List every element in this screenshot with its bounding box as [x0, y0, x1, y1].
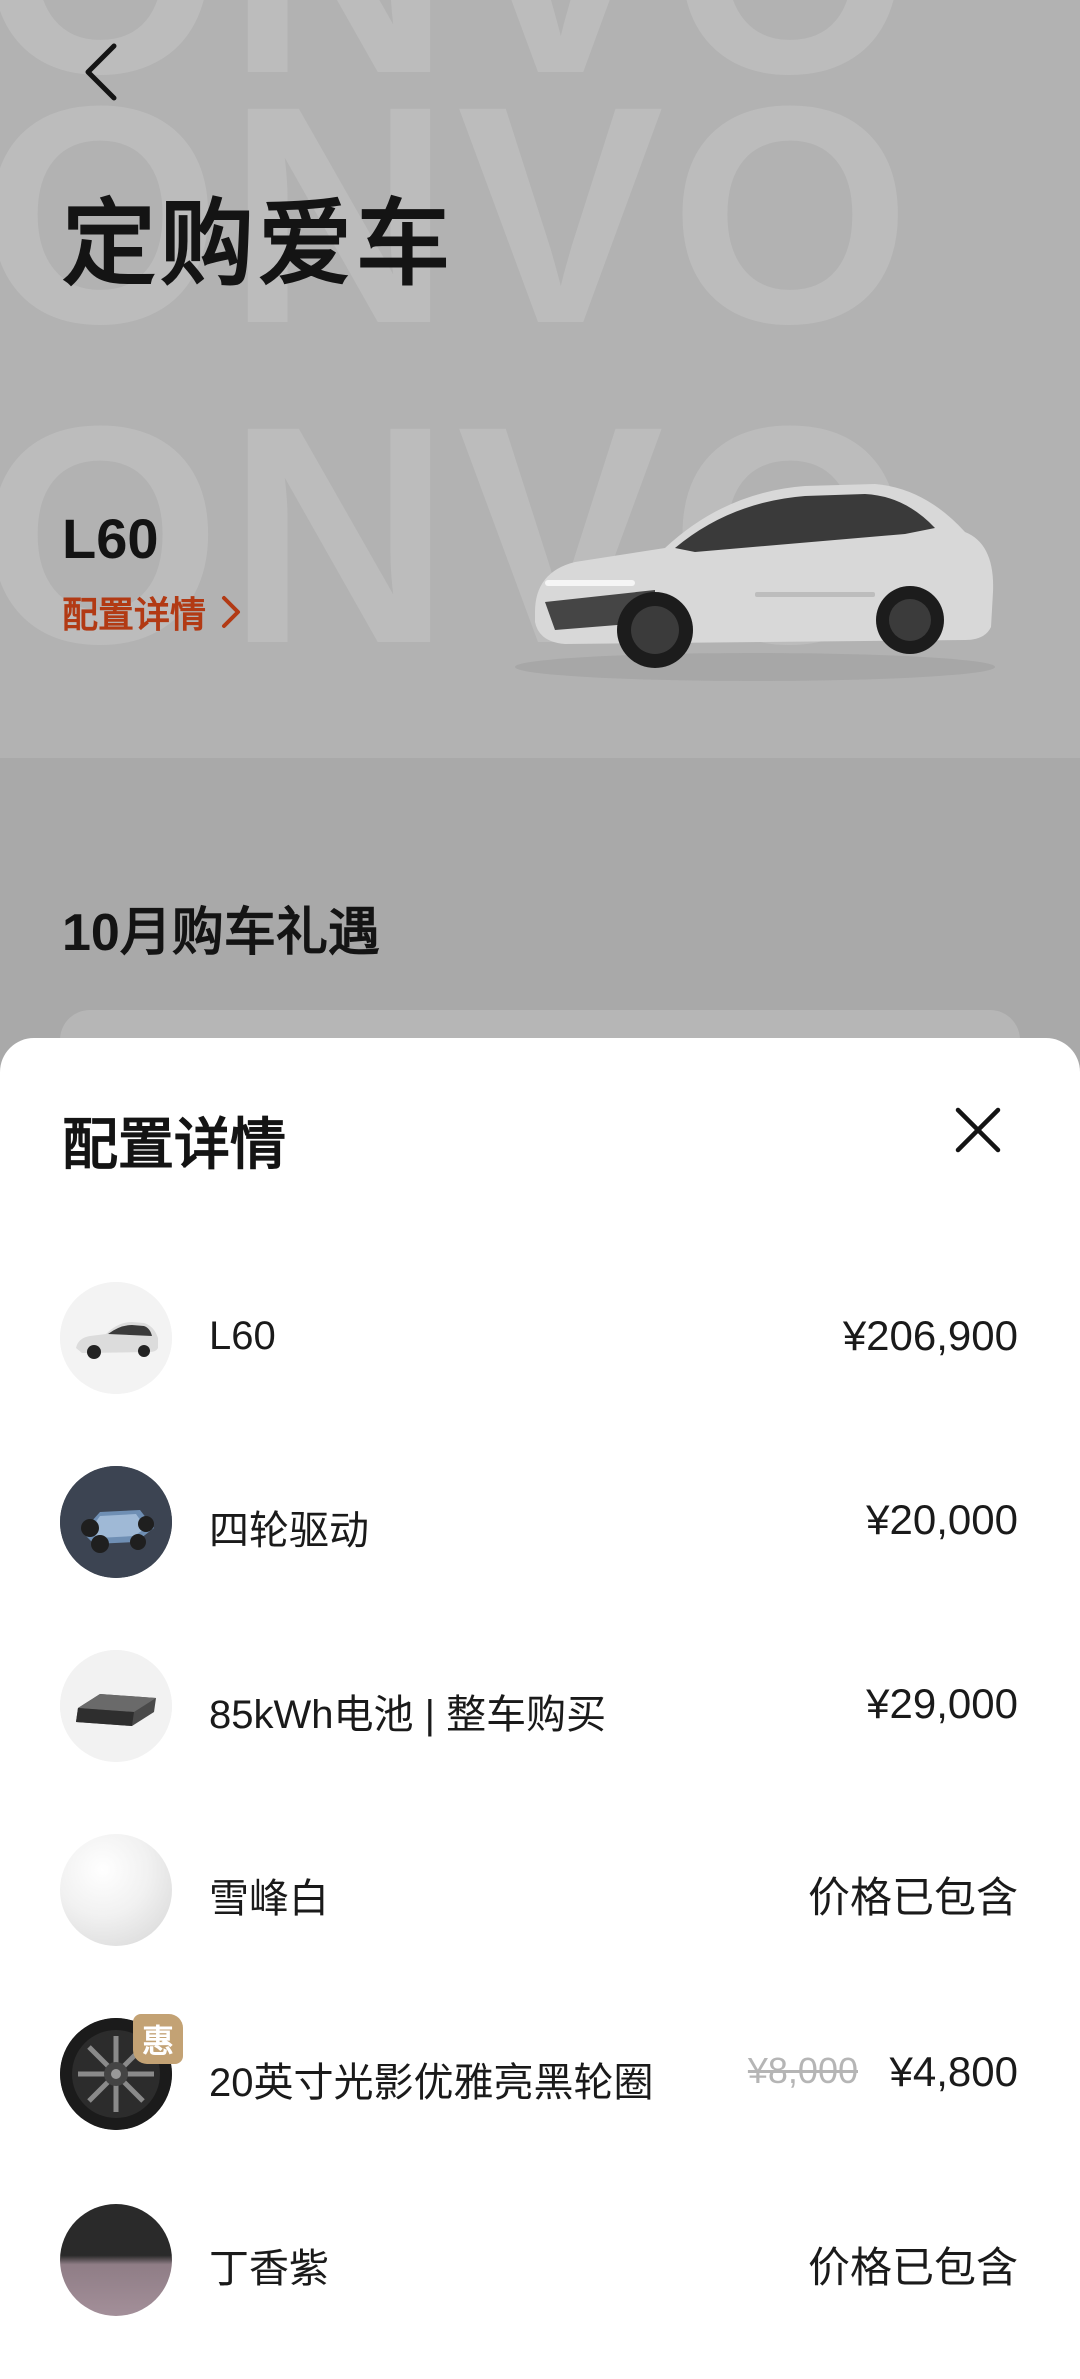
item-name: 丁香紫 — [209, 2247, 329, 2291]
discount-badge: 惠 — [133, 2014, 183, 2064]
config-item-model: L60 ¥206,900 — [0, 1282, 1080, 1398]
config-details-label: 配置详情 — [62, 594, 207, 635]
chevron-right-icon — [222, 596, 241, 628]
item-name: 四轮驱动 — [209, 1509, 369, 1553]
model-name: L60 — [62, 507, 159, 570]
item-price: ¥206,900 — [842, 1312, 1018, 1359]
item-name: L60 — [209, 1314, 276, 1358]
back-button[interactable] — [78, 40, 126, 104]
original-price: ¥8,000 — [747, 2050, 858, 2091]
config-item-drive: 四轮驱动 ¥20,000 — [0, 1466, 1080, 1582]
chassis-thumbnail — [60, 1466, 172, 1578]
chevron-left-icon — [85, 43, 117, 101]
config-item-interior-color: 丁香紫 价格已包含 — [0, 2204, 1080, 2320]
item-price: 价格已包含 — [807, 2244, 1018, 2291]
config-details-link[interactable]: 配置详情 — [62, 586, 242, 638]
page-title: 定购爱车 — [62, 191, 455, 296]
item-price: ¥4,800 — [889, 2048, 1018, 2095]
item-price: 价格已包含 — [807, 1874, 1018, 1921]
car-image — [515, 484, 995, 681]
white-swatch — [60, 1834, 172, 1946]
car-thumbnail — [60, 1282, 172, 1394]
sheet-title: 配置详情 — [62, 1113, 286, 1176]
item-name: 20英寸光影优雅亮黑轮圈 — [209, 2061, 654, 2105]
battery-thumbnail — [60, 1650, 172, 1762]
config-item-wheels: 惠 20英寸光影优雅亮黑轮圈 ¥8,000 ¥4,800 — [0, 2014, 1080, 2134]
hero-section: ONVO ONVO ONVO 定购爱车 L60 配置详情 — [0, 0, 1080, 758]
promo-title: 10月购车礼遇 — [62, 904, 380, 962]
config-item-battery: 85kWh电池 | 整车购买 ¥29,000 — [0, 1650, 1080, 1766]
item-price: ¥29,000 — [866, 1680, 1018, 1727]
config-item-exterior-color: 雪峰白 价格已包含 — [0, 1834, 1080, 1950]
item-name: 雪峰白 — [209, 1877, 329, 1921]
item-name: 85kWh电池 | 整车购买 — [209, 1693, 607, 1737]
close-button[interactable] — [952, 1104, 1004, 1156]
config-details-sheet: 配置详情 L60 ¥206,900 四轮驱动 ¥20,000 85kWh电池 |… — [0, 1038, 1080, 2379]
interior-swatch — [60, 2204, 172, 2316]
item-price: ¥20,000 — [866, 1496, 1018, 1543]
close-icon — [955, 1107, 1001, 1153]
